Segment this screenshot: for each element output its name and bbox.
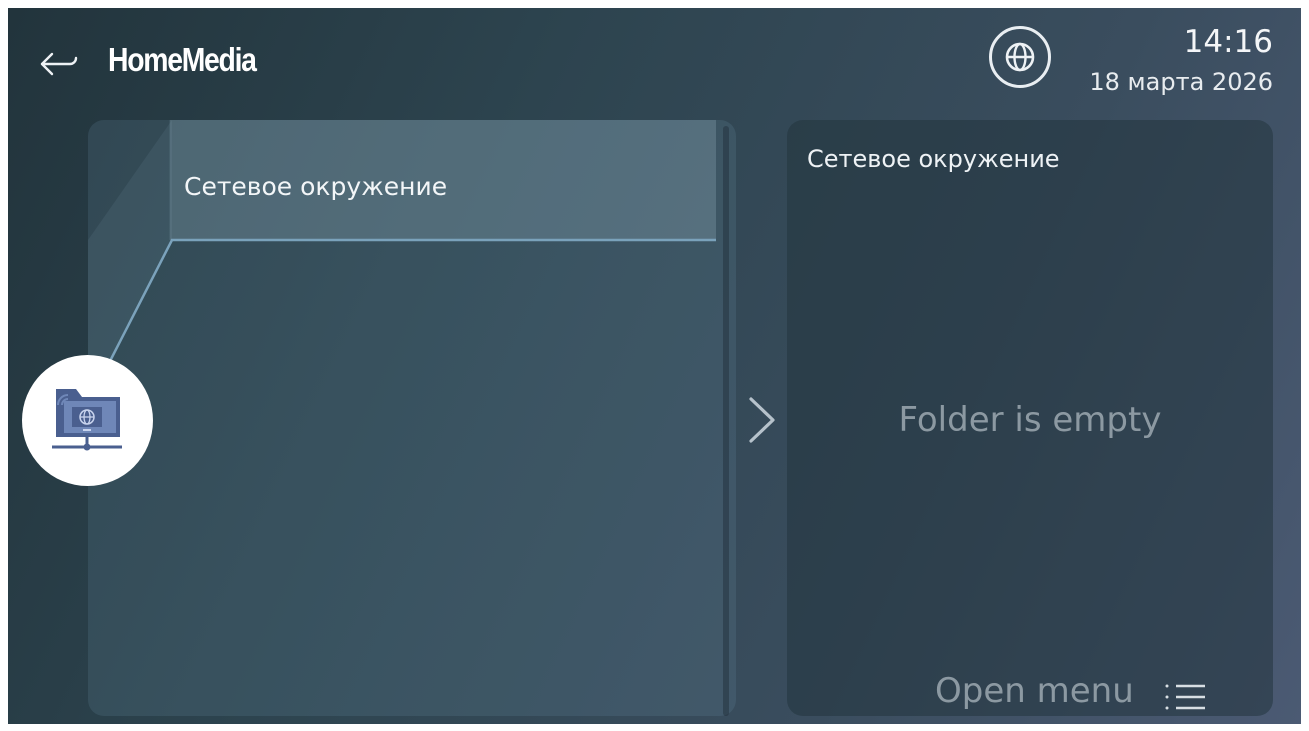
app-title: HomeMedia [108,41,257,78]
folder-title: Сетевое окружение [807,145,1060,173]
globe-button[interactable] [989,26,1051,88]
left-scrollbar[interactable] [723,126,729,716]
clock-time: 14:16 [1183,24,1273,60]
globe-icon [1005,42,1035,72]
home-media-screen: HomeMedia 14:16 18 марта 2026 Сетевое ок… [8,8,1301,724]
network-folder-icon [51,388,122,450]
list-menu-icon[interactable] [1165,682,1209,712]
back-arrow-icon[interactable] [38,44,80,84]
source-list-panel: Сетевое окружение [88,120,736,716]
chevron-right-icon[interactable] [745,395,781,445]
network-folder-button[interactable] [22,355,153,486]
clock-date: 18 марта 2026 [1089,68,1273,96]
empty-folder-message: Folder is empty [898,400,1162,440]
list-item-network[interactable]: Сетевое окружение [184,172,447,201]
open-menu-button[interactable]: Open menu [935,671,1134,711]
folder-content-panel: Сетевое окружение Folder is empty Open m… [787,120,1273,716]
